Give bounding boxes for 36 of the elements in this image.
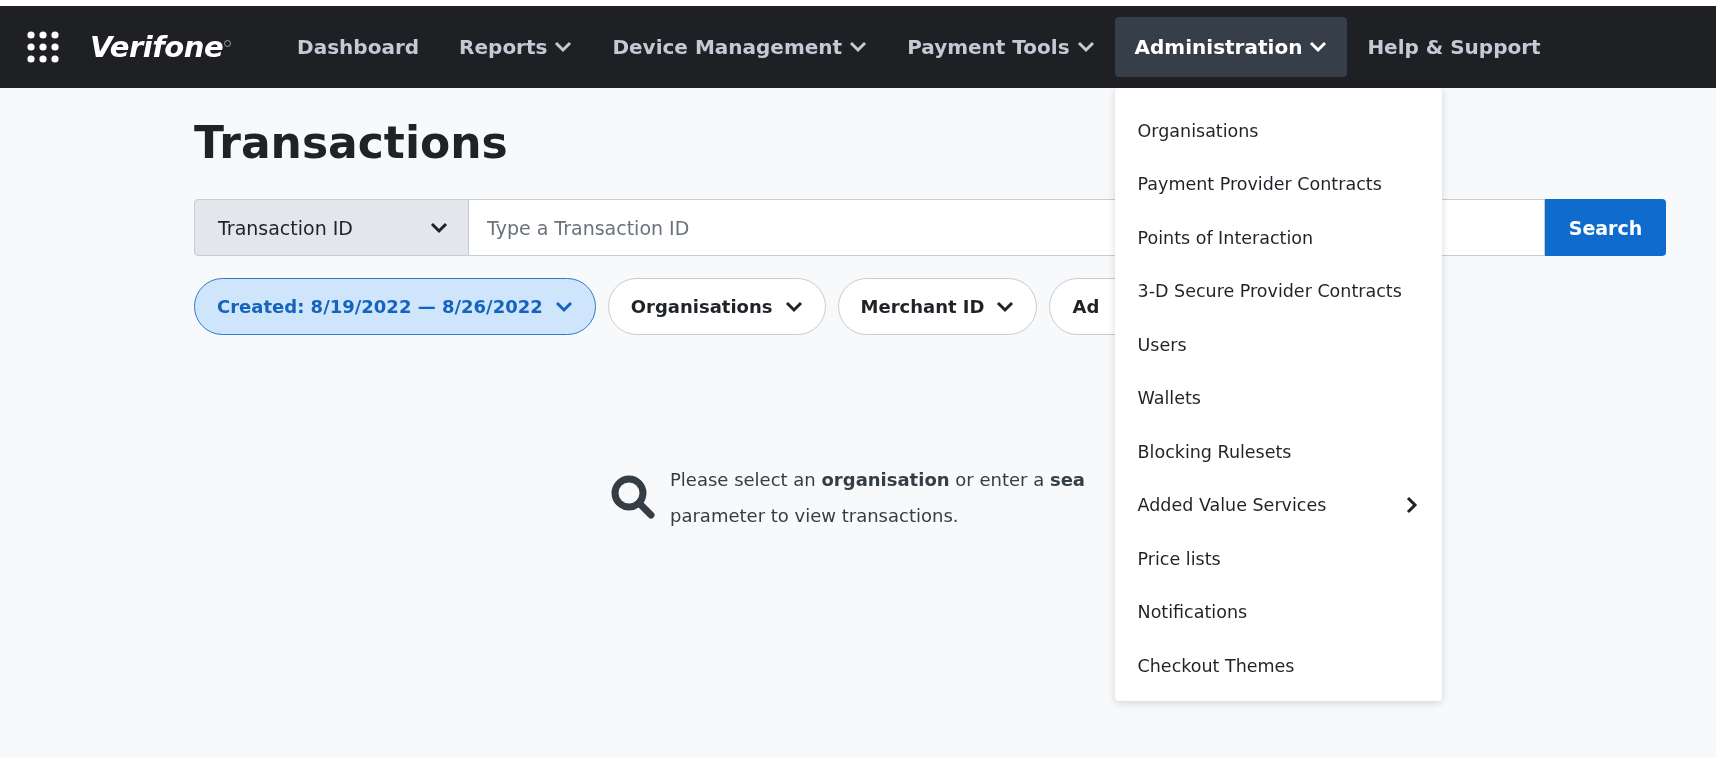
logo[interactable]: Verifone <box>90 30 224 64</box>
registered-mark-icon <box>224 40 232 47</box>
chevron-down-icon <box>1309 41 1328 53</box>
search-button[interactable]: Search <box>1545 199 1666 256</box>
empty-state-message: Please select an organisation or enter a sea <box>670 468 1085 492</box>
nav-item[interactable]: Administration <box>1114 17 1348 77</box>
nav-item[interactable]: Device Management <box>592 17 888 77</box>
chevron-down-icon <box>554 300 573 313</box>
nav-item[interactable]: Reports <box>439 17 593 77</box>
menu-item[interactable]: Price lists <box>1114 532 1442 586</box>
menu-item[interactable]: Added Value Services <box>1114 478 1442 532</box>
menu-item[interactable]: Users <box>1114 318 1442 372</box>
chevron-right-icon <box>1405 496 1418 515</box>
chevron-down-icon <box>784 300 803 313</box>
menu-item[interactable]: Organisations <box>1114 104 1442 158</box>
menu-item[interactable]: Notifications <box>1114 585 1442 639</box>
menu-item[interactable]: Wallets <box>1114 371 1442 425</box>
filter-chip[interactable]: Created: 8/19/2022 — 8/26/2022 <box>194 278 596 335</box>
filter-chip[interactable]: Merchant ID <box>837 278 1038 335</box>
chevron-down-icon <box>554 41 573 53</box>
nav-item[interactable]: Payment Tools <box>887 17 1115 77</box>
filter-chip[interactable]: Organisations <box>607 278 826 335</box>
menu-item[interactable]: 3-D Secure Provider Contracts <box>1114 264 1442 318</box>
menu-item[interactable]: Blocking Rulesets <box>1114 425 1442 479</box>
empty-state-message: parameter to view transactions. <box>670 504 960 528</box>
chevron-down-icon <box>430 221 448 234</box>
search-type-dropdown[interactable]: Transaction ID <box>194 199 469 256</box>
chevron-down-icon <box>1076 41 1095 53</box>
page-title: Transactions <box>194 116 508 170</box>
chevron-down-icon <box>996 300 1015 313</box>
nav-item[interactable]: Dashboard <box>277 17 440 77</box>
search-icon <box>610 474 658 522</box>
menu-item[interactable]: Checkout Themes <box>1114 639 1442 693</box>
chevron-down-icon <box>849 41 868 53</box>
nav-item[interactable]: Help & Support <box>1347 17 1561 77</box>
app-grid-icon[interactable] <box>26 30 60 64</box>
